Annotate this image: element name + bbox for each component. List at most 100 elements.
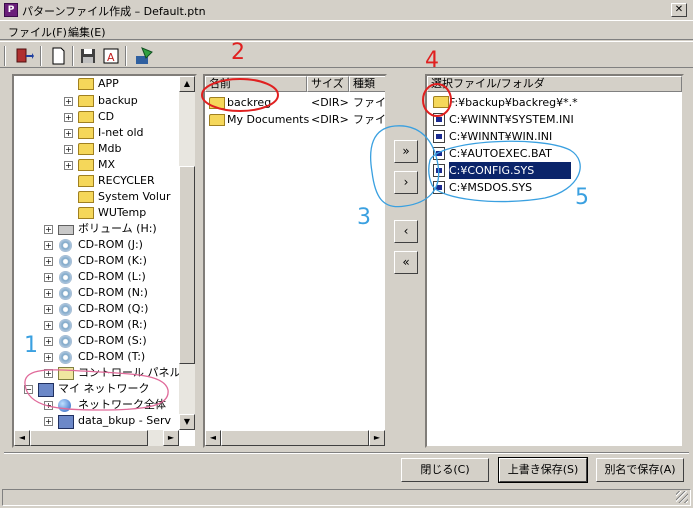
expand-icon[interactable]: + [44, 321, 53, 330]
tree-item[interactable]: + I-net old [14, 125, 179, 141]
expand-icon[interactable]: + [44, 353, 53, 362]
expand-icon[interactable]: + [44, 305, 53, 314]
scroll-right-icon[interactable]: ► [369, 430, 385, 446]
expand-icon[interactable]: + [64, 97, 73, 106]
resize-grip-icon[interactable] [676, 491, 688, 503]
column-type[interactable]: 種類 [349, 76, 385, 92]
tree-item-label: マイ ネットワーク [58, 382, 150, 395]
folder-tree[interactable]: APP + backup + CD + I-net old + Mdb + MX RECYCLER Sy… [12, 74, 197, 448]
tree-item[interactable]: + backup [14, 93, 179, 109]
expand-icon[interactable]: + [44, 289, 53, 298]
expand-icon[interactable]: + [64, 161, 73, 170]
folder-icon [78, 191, 94, 203]
tree-item[interactable]: System Volur [14, 189, 179, 205]
tree-item[interactable]: WUTemp [14, 205, 179, 221]
tree-item[interactable]: + CD-ROM (L:) [14, 269, 179, 285]
exit-icon[interactable] [14, 46, 34, 66]
list-item[interactable]: F:¥backup¥backreg¥*.* [429, 94, 679, 111]
tree-item[interactable]: + CD-ROM (N:) [14, 285, 179, 301]
network-icon [38, 383, 54, 397]
tree-item[interactable]: + Mdb [14, 141, 179, 157]
tree-item[interactable]: + MX [14, 157, 179, 173]
expand-icon[interactable]: + [64, 145, 73, 154]
save-as-icon[interactable]: A [101, 46, 121, 66]
tree-item-label: RECYCLER [98, 174, 155, 187]
tree-item[interactable]: + CD [14, 109, 179, 125]
tree-item[interactable]: + CD-ROM (J:) [14, 237, 179, 253]
add-all-button[interactable]: » [394, 140, 418, 163]
column-size[interactable]: サイズ [307, 76, 349, 92]
tree-vertical-scrollbar[interactable]: ▲ ▼ [179, 76, 195, 430]
tree-item[interactable]: + ボリューム (H:) [14, 221, 179, 237]
tree-item-label: I-net old [98, 126, 144, 139]
expand-icon[interactable]: + [44, 241, 53, 250]
tree-item[interactable]: APP [14, 76, 179, 92]
scroll-thumb[interactable] [179, 166, 195, 364]
tree-item[interactable]: RECYCLER [14, 173, 179, 189]
tree-item-label: CD-ROM (S:) [78, 334, 147, 347]
list-item[interactable]: My Documents <DIR> ファイル [205, 111, 385, 128]
tree-item[interactable]: + CD-ROM (S:) [14, 333, 179, 349]
expand-icon[interactable]: + [44, 369, 53, 378]
expand-icon[interactable]: + [44, 417, 53, 426]
close-icon[interactable]: ✕ [671, 3, 687, 17]
close-button[interactable]: 閉じる(C) [401, 458, 489, 482]
remove-button[interactable]: ‹ [394, 220, 418, 243]
expand-icon[interactable]: + [44, 337, 53, 346]
expand-icon[interactable]: + [64, 113, 73, 122]
scroll-left-icon[interactable]: ◄ [205, 430, 221, 446]
scroll-thumb[interactable] [221, 430, 369, 446]
expand-icon[interactable]: + [44, 225, 53, 234]
tree-item-label: CD-ROM (J:) [78, 238, 143, 251]
remove-all-button[interactable]: « [394, 251, 418, 274]
expand-icon[interactable]: + [64, 129, 73, 138]
list-item[interactable]: C:¥MSDOS.SYS [429, 179, 679, 196]
column-selected[interactable]: 選択ファイル/フォルダ [427, 76, 682, 92]
list-horizontal-scrollbar[interactable]: ◄ ► [205, 430, 385, 446]
tree-item-label: CD [98, 110, 115, 123]
tree-item[interactable]: + CD-ROM (K:) [14, 253, 179, 269]
run-icon[interactable] [134, 46, 154, 66]
list-item[interactable]: C:¥AUTOEXEC.BAT [429, 145, 679, 162]
list-item[interactable]: C:¥WINNT¥SYSTEM.INI [429, 111, 679, 128]
list-item[interactable]: C:¥CONFIG.SYS [429, 162, 679, 179]
cdrom-icon [58, 287, 74, 301]
menu-file[interactable]: ファイル(F) [8, 24, 67, 40]
file-icon [433, 113, 445, 126]
list-item[interactable]: C:¥WINNT¥WIN.INI [429, 128, 679, 145]
toolbar-separator [72, 46, 74, 66]
tree-item-label: CD-ROM (T:) [78, 350, 146, 363]
file-list[interactable]: 名前 サイズ 種類 backreg <DIR> ファイル My Document… [203, 74, 387, 448]
tree-item[interactable]: − マイ ネットワーク [14, 381, 179, 397]
selected-path: C:¥WINNT¥WIN.INI [449, 130, 553, 143]
expand-icon[interactable]: + [44, 257, 53, 266]
tree-item[interactable]: + ネットワーク全体 [14, 397, 179, 413]
expand-icon[interactable]: + [44, 401, 53, 410]
expand-icon[interactable]: + [44, 273, 53, 282]
selected-files-list[interactable]: 選択ファイル/フォルダ F:¥backup¥backreg¥*.* C:¥WINN… [425, 74, 684, 448]
tree-horizontal-scrollbar[interactable]: ◄ ► [14, 430, 179, 446]
selected-path: C:¥MSDOS.SYS [449, 181, 533, 194]
column-name[interactable]: 名前 [205, 76, 307, 92]
network-share-icon [58, 415, 74, 429]
scroll-right-icon[interactable]: ► [163, 430, 179, 446]
tree-item[interactable]: + CD-ROM (R:) [14, 317, 179, 333]
tree-item[interactable]: + CD-ROM (T:) [14, 349, 179, 365]
scroll-thumb[interactable] [30, 430, 148, 446]
collapse-icon[interactable]: − [24, 385, 33, 394]
folder-icon [209, 97, 225, 109]
scroll-left-icon[interactable]: ◄ [14, 430, 30, 446]
tree-item[interactable]: + コントロール パネル [14, 365, 181, 381]
menu-edit[interactable]: 編集(E) [68, 24, 106, 40]
overwrite-save-button[interactable]: 上書き保存(S) [498, 457, 588, 483]
tree-item[interactable]: + data_bkup - Serv [14, 413, 179, 429]
file-type: ファイル [353, 96, 386, 109]
list-item[interactable]: backreg <DIR> ファイル [205, 94, 385, 111]
save-icon[interactable] [78, 46, 98, 66]
tree-item[interactable]: + CD-ROM (Q:) [14, 301, 179, 317]
scroll-down-icon[interactable]: ▼ [179, 414, 195, 430]
save-as-button[interactable]: 別名で保存(A) [596, 458, 684, 482]
new-file-icon[interactable] [48, 46, 68, 66]
add-button[interactable]: › [394, 171, 418, 194]
scroll-up-icon[interactable]: ▲ [179, 76, 195, 92]
